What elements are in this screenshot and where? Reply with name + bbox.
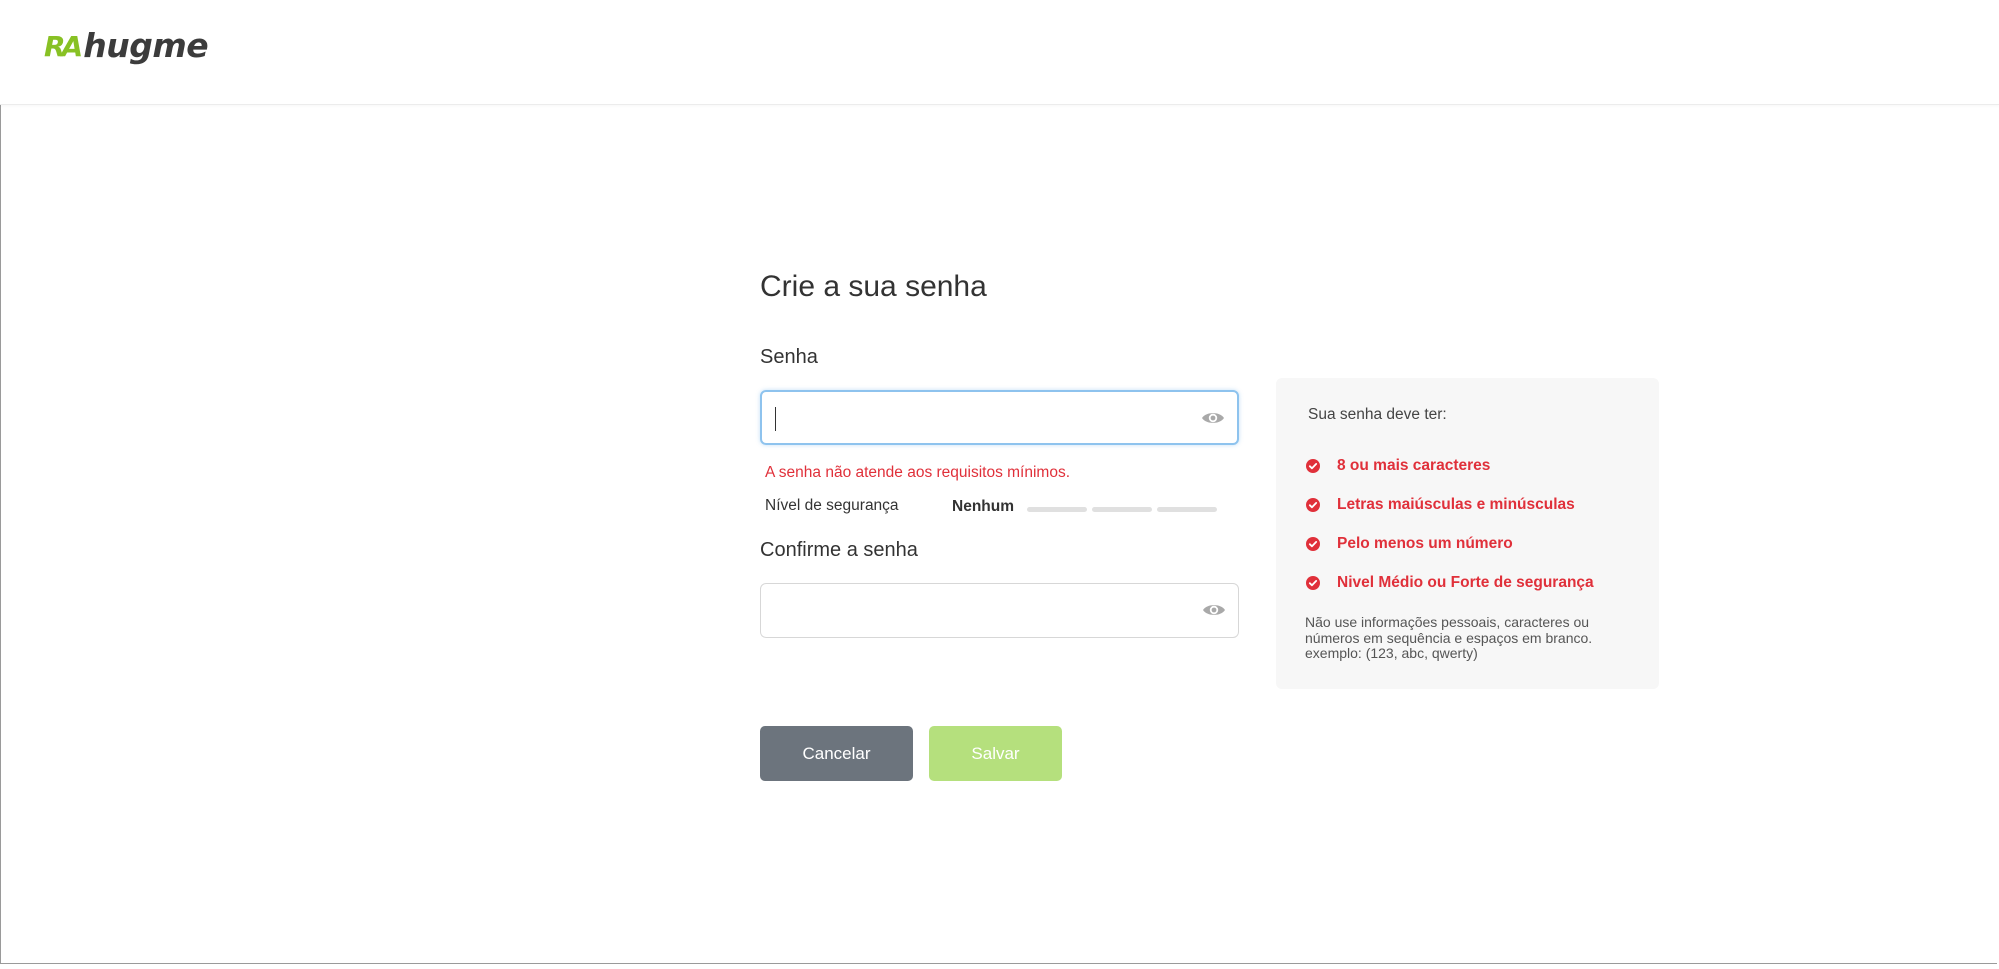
requirement-text: Letras maiúsculas e minúsculas	[1337, 496, 1575, 513]
check-circle-icon	[1306, 537, 1320, 551]
password-field[interactable]	[760, 390, 1239, 445]
eye-icon[interactable]	[1201, 410, 1225, 426]
requirement-item: Letras maiúsculas e minúsculas	[1306, 496, 1575, 514]
password-label: Senha	[760, 346, 818, 368]
top-header: RA hugme	[0, 0, 1999, 105]
check-circle-icon	[1306, 498, 1320, 512]
strength-bar-3	[1157, 507, 1217, 512]
password-error-message: A senha não atende aos requisitos mínimo…	[765, 464, 1071, 481]
strength-bar-1	[1027, 507, 1087, 512]
confirm-password-label: Confirme a senha	[760, 539, 918, 561]
check-circle-icon	[1306, 459, 1320, 473]
confirm-password-field[interactable]	[760, 583, 1239, 638]
strength-bar-2	[1092, 507, 1152, 512]
logo[interactable]: RA hugme	[44, 26, 209, 65]
logo-text: hugme	[83, 26, 209, 65]
save-button[interactable]: Salvar	[929, 726, 1062, 781]
window-frame	[0, 0, 1997, 964]
strength-label: Nível de segurança	[765, 497, 899, 514]
requirement-item: Pelo menos um número	[1306, 535, 1513, 553]
logo-mark: RA	[44, 29, 83, 63]
strength-value: Nenhum	[952, 498, 1014, 515]
password-requirements-panel: Sua senha deve ter: 8 ou mais caracteres…	[1276, 378, 1659, 689]
requirement-item: Nivel Médio ou Forte de segurança	[1306, 574, 1594, 592]
logo-mark-text: RA	[44, 29, 83, 63]
text-cursor	[775, 407, 776, 431]
requirement-item: 8 ou mais caracteres	[1306, 457, 1490, 475]
check-circle-icon	[1306, 576, 1320, 590]
requirements-title: Sua senha deve ter:	[1308, 406, 1447, 423]
cancel-button[interactable]: Cancelar	[760, 726, 913, 781]
requirement-text: Pelo menos um número	[1337, 535, 1513, 552]
requirements-note: Não use informações pessoais, caracteres…	[1305, 614, 1593, 661]
eye-icon[interactable]	[1202, 602, 1226, 618]
requirement-text: Nivel Médio ou Forte de segurança	[1337, 574, 1594, 591]
requirement-text: 8 ou mais caracteres	[1337, 457, 1491, 474]
page-title: Crie a sua senha	[760, 270, 987, 303]
